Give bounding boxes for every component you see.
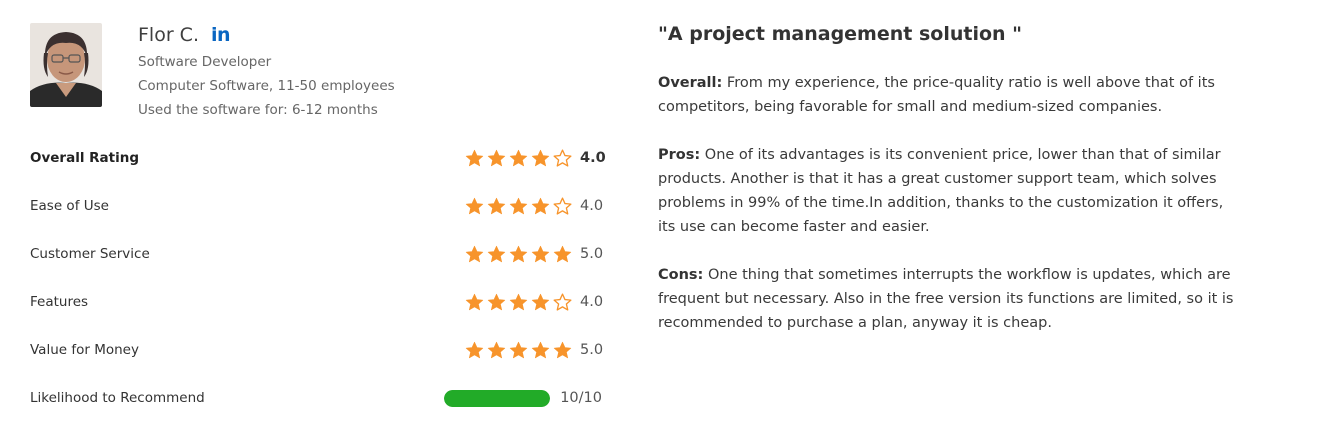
review-cons: Cons: One thing that sometimes interrupt… bbox=[658, 263, 1238, 335]
avatar bbox=[30, 23, 102, 107]
rating-value: 5.0 bbox=[580, 246, 604, 262]
recommend-value: 10/10 bbox=[560, 390, 602, 406]
star-icon bbox=[509, 149, 528, 166]
star-icon bbox=[487, 149, 506, 166]
star-rating bbox=[465, 148, 572, 168]
rating-value: 4.0 bbox=[580, 150, 606, 166]
star-icon bbox=[465, 245, 484, 262]
star-icon bbox=[465, 293, 484, 310]
star-icon bbox=[531, 293, 550, 310]
rating-value: 4.0 bbox=[580, 198, 604, 214]
cons-text: One thing that sometimes interrupts the … bbox=[658, 267, 1234, 331]
star-icon bbox=[509, 341, 528, 358]
review-overall: Overall: From my experience, the price-q… bbox=[658, 71, 1238, 119]
star-icon bbox=[465, 149, 484, 166]
star-icon bbox=[487, 293, 506, 310]
reviewer-name-row: Flor C. in bbox=[138, 22, 231, 48]
rating-label: Features bbox=[30, 294, 89, 310]
recommend-progress-bar bbox=[444, 389, 551, 407]
star-icon bbox=[553, 341, 572, 358]
rating-label: Customer Service bbox=[30, 246, 150, 262]
star-rating bbox=[465, 341, 572, 360]
rating-row: Features 4.0 bbox=[30, 290, 604, 314]
rating-value: 5.0 bbox=[580, 342, 604, 358]
rating-row: Customer Service 5.0 bbox=[30, 242, 604, 266]
star-outline-icon bbox=[553, 148, 572, 167]
rating-row: Overall Rating 4.0 bbox=[30, 146, 606, 170]
star-rating bbox=[465, 292, 572, 312]
star-icon bbox=[531, 197, 550, 214]
review-pros: Pros: One of its advantages is its conve… bbox=[658, 143, 1238, 239]
star-rating bbox=[465, 245, 572, 264]
overall-text: From my experience, the price-quality ra… bbox=[658, 75, 1215, 115]
reviewer-title: Software Developer bbox=[138, 54, 272, 70]
star-icon bbox=[465, 197, 484, 214]
reviewer-usage: Used the software for: 6-12 months bbox=[138, 102, 378, 118]
rating-label: Overall Rating bbox=[30, 150, 140, 166]
star-icon bbox=[531, 149, 550, 166]
recommend-row: Likelihood to Recommend 10/10 bbox=[30, 386, 602, 410]
star-outline-icon bbox=[553, 196, 572, 215]
cons-label: Cons: bbox=[658, 267, 704, 283]
recommend-progress-fill bbox=[444, 389, 551, 407]
reviewer-name: Flor C. bbox=[138, 24, 199, 46]
star-icon bbox=[509, 245, 528, 262]
star-icon bbox=[509, 293, 528, 310]
star-icon bbox=[531, 341, 550, 358]
reviewer-company: Computer Software, 11-50 employees bbox=[138, 78, 395, 94]
star-icon bbox=[553, 245, 572, 262]
overall-label: Overall: bbox=[658, 75, 723, 91]
recommend-label: Likelihood to Recommend bbox=[30, 390, 205, 406]
star-icon bbox=[531, 245, 550, 262]
star-rating bbox=[465, 196, 572, 216]
avatar-photo bbox=[30, 23, 102, 107]
rating-value: 4.0 bbox=[580, 294, 604, 310]
pros-label: Pros: bbox=[658, 147, 701, 163]
star-icon bbox=[509, 197, 528, 214]
rating-label: Ease of Use bbox=[30, 198, 109, 214]
pros-text: One of its advantages is its convenient … bbox=[658, 147, 1224, 235]
rating-row: Value for Money 5.0 bbox=[30, 338, 604, 362]
review-title: "A project management solution " bbox=[658, 23, 1023, 45]
star-outline-icon bbox=[553, 292, 572, 311]
rating-row: Ease of Use 4.0 bbox=[30, 194, 604, 218]
star-icon bbox=[487, 341, 506, 358]
star-icon bbox=[465, 341, 484, 358]
star-icon bbox=[487, 245, 506, 262]
linkedin-icon[interactable]: in bbox=[211, 22, 231, 48]
rating-label: Value for Money bbox=[30, 342, 139, 358]
star-icon bbox=[487, 197, 506, 214]
